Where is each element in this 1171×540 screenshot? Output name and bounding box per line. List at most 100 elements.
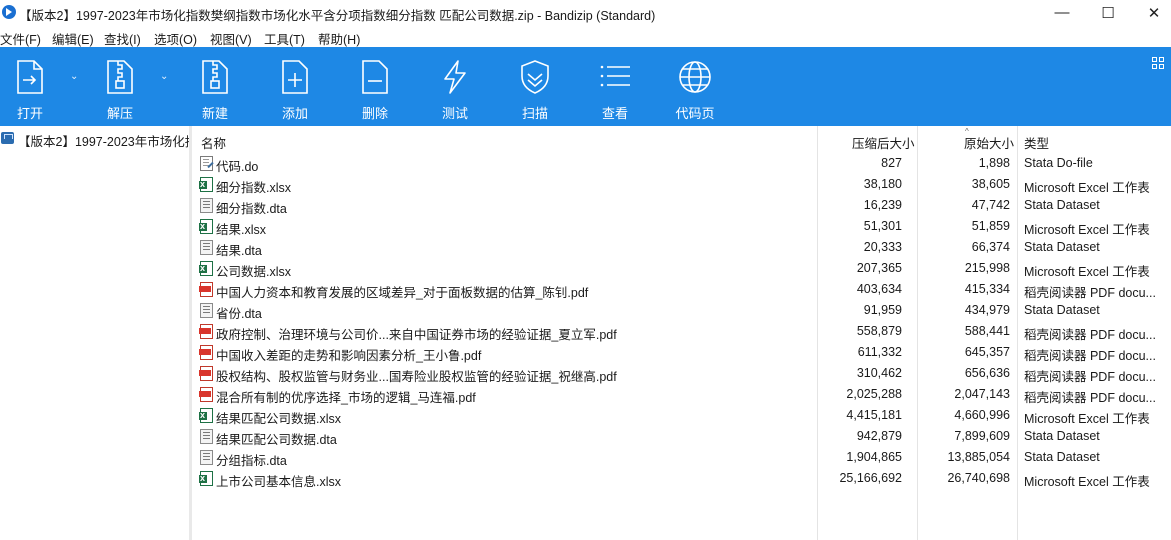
compressed-size: 38,180 [863, 177, 902, 191]
compressed-size: 310,462 [856, 366, 902, 380]
dta-file-icon [200, 450, 213, 465]
codepage-button[interactable]: 代码页 [665, 47, 725, 126]
extract-dropdown-icon[interactable]: ⌄ [160, 71, 168, 82]
file-row[interactable]: 省份.dta 91,959 434,979 Stata Dataset [192, 300, 1171, 321]
menu-bar: 文件(F) 编辑(E) 查找(I) 选项(O) 视图(V) 工具(T) 帮助(H… [0, 25, 1171, 47]
column-header-type[interactable]: 类型 [1024, 133, 1049, 152]
menu-find[interactable]: 查找(I) [104, 29, 141, 48]
compressed-size: 403,634 [856, 282, 902, 296]
extract-button[interactable]: 解压 [90, 47, 150, 126]
file-type: Microsoft Excel 工作表 [1024, 475, 1150, 489]
menu-help[interactable]: 帮助(H) [318, 29, 360, 48]
title-bar: 【版本2】1997-2023年市场化指数樊纲指数市场化水平含分项指数细分指数 匹… [0, 0, 1171, 25]
file-row[interactable]: 结果.xlsx 51,301 51,859 Microsoft Excel 工作表 [192, 216, 1171, 237]
file-name: 结果.dta [216, 244, 262, 258]
file-name: 代码.do [216, 160, 259, 174]
delete-button[interactable]: 删除 [345, 47, 405, 126]
scan-button[interactable]: 扫描 [505, 47, 565, 126]
file-row[interactable]: 细分指数.dta 16,239 47,742 Stata Dataset [192, 195, 1171, 216]
file-row[interactable]: 代码.do 827 1,898 Stata Do-file [192, 153, 1171, 174]
do-file-icon [200, 156, 213, 171]
file-name: 中国人力资本和教育发展的区域差异_对于面板数据的估算_陈钊.pdf [216, 286, 589, 300]
open-label: 打开 [16, 106, 43, 121]
file-name: 细分指数.xlsx [216, 181, 292, 195]
delete-icon [362, 60, 388, 94]
menu-edit[interactable]: 编辑(E) [52, 29, 94, 48]
original-size: 4,660,996 [954, 408, 1010, 422]
file-row[interactable]: 结果匹配公司数据.dta 942,879 7,899,609 Stata Datase… [192, 426, 1171, 447]
file-type: Stata Dataset [1024, 450, 1100, 464]
menu-view[interactable]: 视图(V) [210, 29, 252, 48]
open-button[interactable]: 打开 [0, 47, 60, 126]
menu-tools[interactable]: 工具(T) [264, 29, 305, 48]
original-size: 26,740,698 [947, 471, 1010, 485]
file-row[interactable]: 政府控制、治理环境与公司价...来自中国证券市场的经验证据_夏立军.pdf 558… [192, 321, 1171, 342]
add-button[interactable]: 添加 [265, 47, 325, 126]
tree-item-archive[interactable]: 【版本2】1997-2023年市场化指数樊纲指数 [18, 131, 189, 150]
original-size: 13,885,054 [947, 450, 1010, 464]
compressed-size: 558,879 [856, 324, 902, 338]
xlsx-file-icon [199, 471, 213, 486]
file-type: Stata Do-file [1024, 156, 1093, 170]
file-row[interactable]: 细分指数.xlsx 38,180 38,605 Microsoft Excel 工作表 [192, 174, 1171, 195]
original-size: 47,742 [971, 198, 1010, 212]
file-row[interactable]: 结果.dta 20,333 66,374 Stata Dataset [192, 237, 1171, 258]
original-size: 51,859 [971, 219, 1010, 233]
view-label: 查看 [601, 106, 628, 121]
original-size: 645,357 [964, 345, 1010, 359]
xlsx-file-icon [199, 219, 213, 234]
menu-options[interactable]: 选项(O) [154, 29, 197, 48]
file-name: 省份.dta [216, 307, 262, 321]
file-type: Stata Dataset [1024, 429, 1100, 443]
file-row[interactable]: 中国人力资本和教育发展的区域差异_对于面板数据的估算_陈钊.pdf 403,634… [192, 279, 1171, 300]
maximize-button[interactable]: ☐ [1085, 0, 1131, 25]
file-name: 细分指数.dta [216, 202, 287, 216]
view-list-icon [600, 65, 630, 87]
file-name: 混合所有制的优序选择_市场的逻辑_马连福.pdf [216, 391, 476, 405]
bandizip-app-icon [2, 5, 16, 19]
pdf-file-icon [199, 324, 213, 339]
window-title: 【版本2】1997-2023年市场化指数樊纲指数市场化水平含分项指数细分指数 匹… [19, 9, 656, 23]
file-row[interactable]: 中国收入差距的走势和影响因素分析_王小鲁.pdf 611,332 645,357 稻壳… [192, 342, 1171, 363]
file-name: 上市公司基本信息.xlsx [216, 475, 342, 489]
close-button[interactable]: ✕ [1131, 0, 1171, 25]
file-row[interactable]: 结果匹配公司数据.xlsx 4,415,181 4,660,996 Microsoft… [192, 405, 1171, 426]
compressed-size: 942,879 [856, 429, 902, 443]
file-row[interactable]: 公司数据.xlsx 207,365 215,998 Microsoft Excel 工… [192, 258, 1171, 279]
compressed-size: 207,365 [856, 261, 902, 275]
compressed-size: 2,025,288 [846, 387, 902, 401]
original-size: 588,441 [964, 324, 1010, 338]
original-size: 7,899,609 [954, 429, 1010, 443]
file-row[interactable]: 上市公司基本信息.xlsx 25,166,692 26,740,698 Microso… [192, 468, 1171, 489]
view-button[interactable]: 查看 [585, 47, 645, 126]
menu-file[interactable]: 文件(F) [0, 29, 41, 48]
original-size: 434,979 [964, 303, 1010, 317]
file-name: 政府控制、治理环境与公司价...来自中国证券市场的经验证据_夏立军.pdf [216, 328, 617, 342]
minimize-button[interactable]: — [1039, 0, 1085, 25]
original-size: 66,374 [971, 240, 1010, 254]
compressed-size: 20,333 [863, 240, 902, 254]
file-name: 公司数据.xlsx [216, 265, 292, 279]
dta-file-icon [200, 429, 213, 444]
codepage-globe-icon [679, 61, 711, 93]
scan-label: 扫描 [521, 106, 548, 121]
new-archive-button[interactable]: 新建 [185, 47, 245, 126]
file-row[interactable]: 分组指标.dta 1,904,865 13,885,054 Stata Dataset [192, 447, 1171, 468]
column-header-original[interactable]: 原始大小 [964, 133, 1014, 152]
file-type: Microsoft Excel 工作表 [1024, 412, 1150, 426]
column-header-name[interactable]: 名称 [201, 133, 226, 152]
file-row[interactable]: 股权结构、股权监管与财务业...国寿险业股权监管的经验证据_祝继高.pdf 310… [192, 363, 1171, 384]
dta-file-icon [200, 198, 213, 213]
file-type: Microsoft Excel 工作表 [1024, 181, 1150, 195]
column-header-compressed[interactable]: 压缩后大小 [852, 133, 915, 152]
file-row[interactable]: 混合所有制的优序选择_市场的逻辑_马连福.pdf 2,025,288 2,047,1… [192, 384, 1171, 405]
original-size: 215,998 [964, 261, 1010, 275]
file-name: 结果匹配公司数据.dta [216, 433, 337, 447]
test-button[interactable]: 测试 [425, 47, 485, 126]
open-dropdown-icon[interactable]: ⌄ [70, 71, 78, 82]
add-icon [282, 60, 308, 94]
delete-label: 删除 [361, 106, 388, 121]
open-icon [17, 60, 43, 94]
test-icon [444, 60, 466, 94]
grid-layout-icon[interactable] [1152, 57, 1164, 69]
